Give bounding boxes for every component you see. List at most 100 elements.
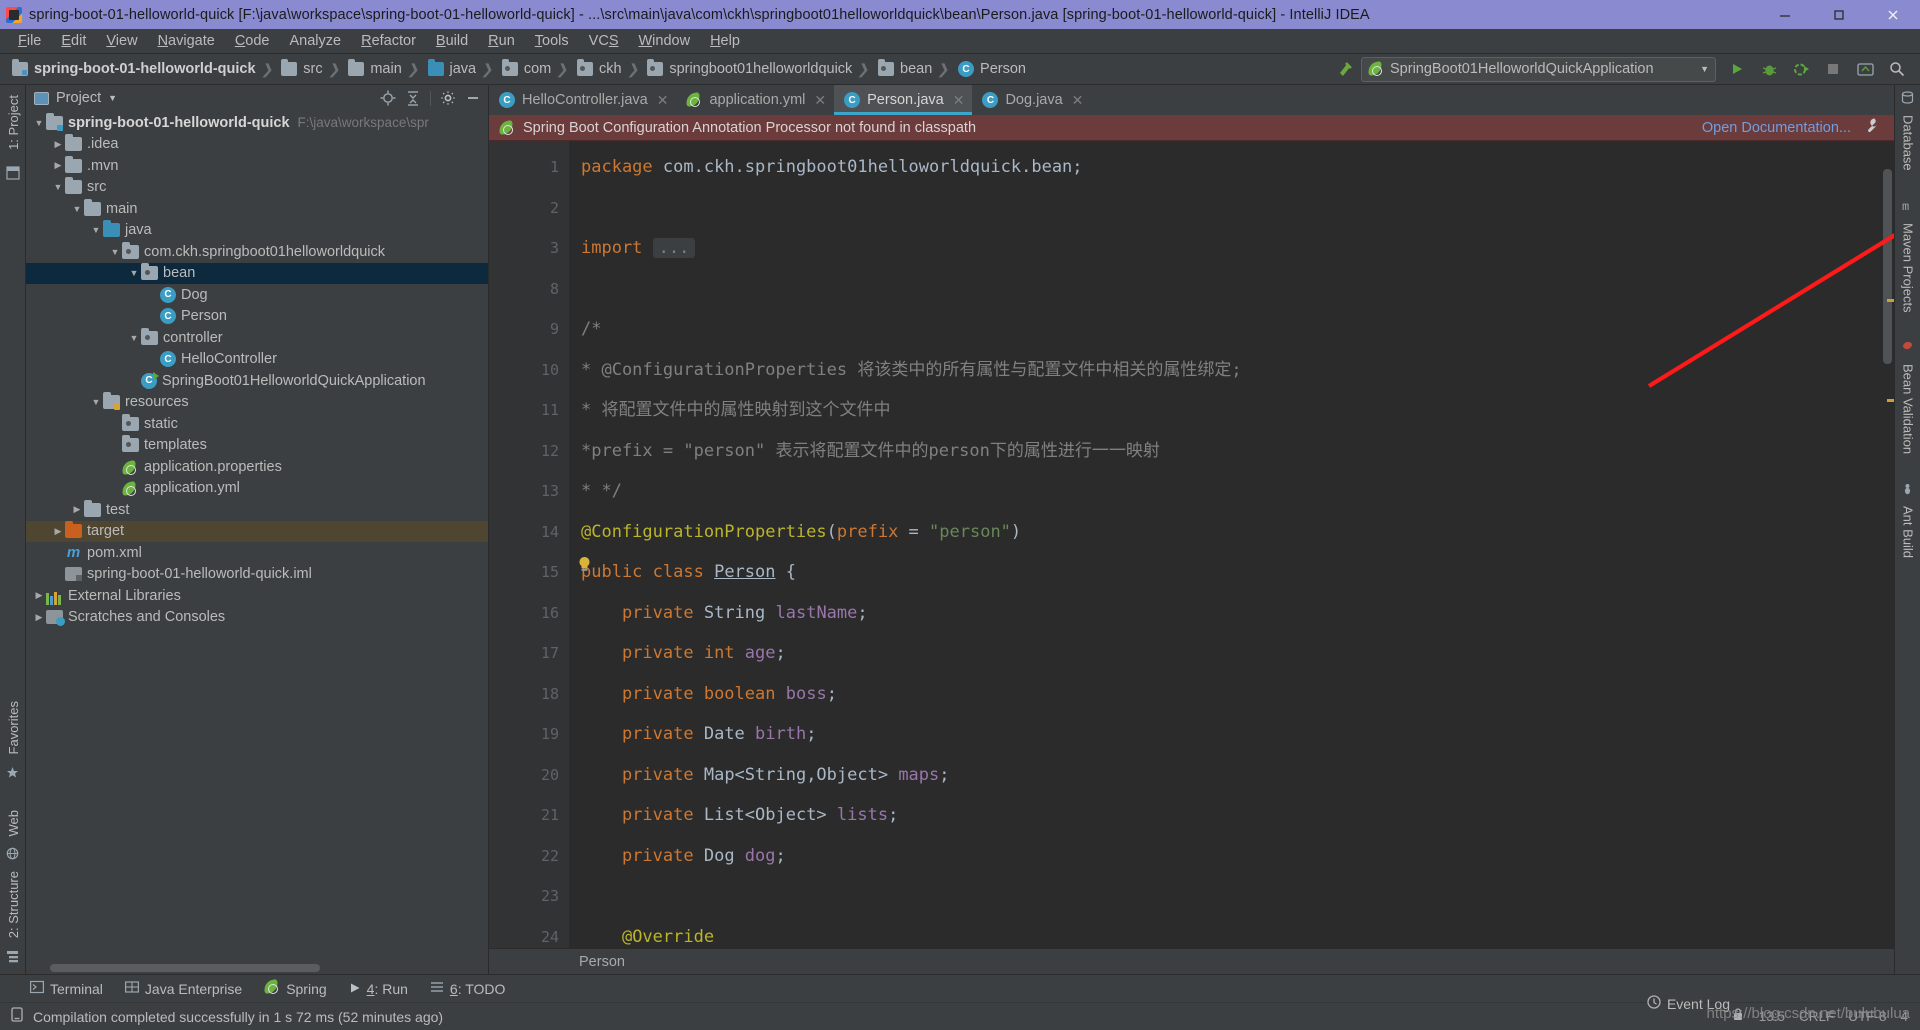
line-number[interactable]: 18 xyxy=(489,674,569,715)
line-number[interactable]: 24 xyxy=(489,917,569,949)
chevron-right-icon[interactable]: ▶ xyxy=(32,590,46,601)
menu-tools[interactable]: Tools xyxy=(525,31,579,51)
tool-window-java-enterprise[interactable]: Java Enterprise xyxy=(124,980,242,997)
chevron-right-icon[interactable]: ▶ xyxy=(51,139,65,150)
structure-mini-icon[interactable] xyxy=(6,166,20,180)
tree-node-pom-xml[interactable]: ▶mpom.xml xyxy=(26,542,488,564)
breadcrumb-project[interactable]: spring-boot-01-helloworld-quick xyxy=(6,56,260,82)
tree-node-static[interactable]: ▶static xyxy=(26,413,488,435)
menu-vcs[interactable]: VCS xyxy=(579,31,629,51)
tree-node-bean[interactable]: ▼ bean xyxy=(26,262,488,284)
tool-button-structure[interactable]: 2: Structure xyxy=(6,865,21,944)
tree-node-templates[interactable]: ▶templates xyxy=(26,435,488,457)
tree-node-spring-boot-01-helloworld-quick-iml[interactable]: ▶spring-boot-01-helloworld-quick.iml xyxy=(26,564,488,586)
menu-edit[interactable]: Edit xyxy=(51,31,96,51)
line-number[interactable]: 8 xyxy=(489,269,569,310)
tree-node-spring-boot-01-helloworld-quick[interactable]: ▼ spring-boot-01-helloworld-quick F:\java\… xyxy=(26,112,488,134)
project-horizontal-scrollbar[interactable] xyxy=(26,962,488,974)
menu-window[interactable]: Window xyxy=(628,31,700,51)
tool-window-6-todo[interactable]: 6: TODO xyxy=(430,980,505,997)
intention-bulb-icon[interactable] xyxy=(577,556,591,572)
close-icon[interactable]: ✕ xyxy=(1072,92,1084,109)
editor-breadcrumb[interactable]: Person xyxy=(489,948,1894,974)
hide-panel-icon[interactable] xyxy=(462,87,484,109)
code-line[interactable]: private Map<String,Object> maps; xyxy=(581,755,1881,796)
menu-view[interactable]: View xyxy=(96,31,147,51)
code-line[interactable]: import ... xyxy=(581,228,1881,269)
line-number[interactable]: 3− xyxy=(489,228,583,269)
minimize-button[interactable] xyxy=(1758,0,1812,29)
line-number[interactable]: 16 xyxy=(489,593,569,634)
code-line[interactable] xyxy=(581,269,1881,310)
menu-help[interactable]: Help xyxy=(700,31,750,51)
chevron-right-icon[interactable]: ▶ xyxy=(70,504,84,515)
code-line[interactable]: private Date birth; xyxy=(581,714,1881,755)
tool-button-ant-build[interactable]: Ant Build xyxy=(1901,500,1916,564)
editor-tab-person-java[interactable]: C Person.java ✕ xyxy=(834,85,973,115)
breadcrumb-person[interactable]: C Person xyxy=(952,56,1030,82)
chevron-right-icon[interactable]: ▶ xyxy=(51,526,65,537)
project-tree[interactable]: ▼ spring-boot-01-helloworld-quick F:\java\… xyxy=(26,111,488,962)
line-number[interactable]: 1 xyxy=(489,147,569,188)
tree-node-dog[interactable]: ▶CDog xyxy=(26,284,488,306)
line-number[interactable]: 14 xyxy=(489,512,569,553)
code-line[interactable] xyxy=(581,188,1881,229)
tool-button-maven-projects[interactable]: Maven Projects xyxy=(1901,217,1916,319)
breadcrumb-main[interactable]: main xyxy=(342,56,405,82)
chevron-down-icon[interactable]: ▼ xyxy=(32,118,46,128)
editor-tab-hellocontroller-java[interactable]: C HelloController.java ✕ xyxy=(489,85,677,115)
menu-refactor[interactable]: Refactor xyxy=(351,31,426,51)
tree-node-application-properties[interactable]: ▶application.properties xyxy=(26,456,488,478)
code-editor[interactable]: 123−89101112131415161718192021222324 pac… xyxy=(489,141,1894,948)
chevron-right-icon[interactable]: ▶ xyxy=(32,612,46,623)
scroll-from-source-icon[interactable] xyxy=(377,87,399,109)
line-number[interactable]: 12 xyxy=(489,431,569,472)
chevron-down-icon[interactable]: ▼ xyxy=(108,93,117,103)
line-number[interactable]: 22 xyxy=(489,836,569,877)
code-line[interactable]: * 将配置文件中的属性映射到这个文件中 xyxy=(581,390,1881,431)
chevron-down-icon[interactable]: ▼ xyxy=(51,182,65,192)
menu-run[interactable]: Run xyxy=(478,31,525,51)
editor-tab-dog-java[interactable]: C Dog.java ✕ xyxy=(972,85,1092,115)
run-with-coverage-button[interactable] xyxy=(1786,56,1816,82)
menu-analyze[interactable]: Analyze xyxy=(280,31,352,51)
code-line[interactable]: @Override xyxy=(581,917,1881,949)
run-configuration-selector[interactable]: SpringBoot01HelloworldQuickApplication ▼ xyxy=(1361,56,1716,82)
code-line[interactable]: private Dog dog; xyxy=(581,836,1881,877)
stop-button[interactable] xyxy=(1818,56,1848,82)
tree-node-mvn[interactable]: ▶ .mvn xyxy=(26,155,488,177)
line-number[interactable]: 13 xyxy=(489,471,569,512)
tool-button-web[interactable]: Web xyxy=(6,804,21,843)
tree-node-springboot01helloworldquickapplication[interactable]: ▶CSpringBoot01HelloworldQuickApplication xyxy=(26,370,488,392)
maximize-button[interactable] xyxy=(1812,0,1866,29)
menu-file[interactable]: File xyxy=(8,31,51,51)
wrench-icon[interactable] xyxy=(1863,117,1880,139)
collapse-all-icon[interactable] xyxy=(402,87,424,109)
build-hammer-icon[interactable] xyxy=(1333,57,1359,81)
chevron-down-icon[interactable]: ▼ xyxy=(70,204,84,214)
tree-node-person[interactable]: ▶CPerson xyxy=(26,306,488,328)
code-line[interactable] xyxy=(581,876,1881,917)
menu-build[interactable]: Build xyxy=(426,31,478,51)
code-line[interactable]: package com.ckh.springboot01helloworldqu… xyxy=(581,147,1881,188)
tree-node-main[interactable]: ▼ main xyxy=(26,198,488,220)
chevron-down-icon[interactable]: ▼ xyxy=(108,247,122,257)
line-number[interactable]: 17 xyxy=(489,633,569,674)
tree-node-external-libraries[interactable]: ▶ External Libraries xyxy=(26,585,488,607)
editor-tab-application-yml[interactable]: application.yml ✕ xyxy=(676,85,835,115)
tree-node-resources[interactable]: ▼ resources xyxy=(26,392,488,414)
debug-button[interactable] xyxy=(1754,56,1784,82)
code-line[interactable]: /* xyxy=(581,309,1881,350)
menu-navigate[interactable]: Navigate xyxy=(148,31,225,51)
tree-node-java[interactable]: ▼ java xyxy=(26,220,488,242)
tool-button-bean-validation[interactable]: Bean Validation xyxy=(1901,358,1916,460)
code-line[interactable]: public class Person { xyxy=(581,552,1881,593)
code-line[interactable]: private String lastName; xyxy=(581,593,1881,634)
open-documentation-link[interactable]: Open Documentation... xyxy=(1702,120,1851,136)
tree-node-src[interactable]: ▼ src xyxy=(26,177,488,199)
editor-scrollbar[interactable] xyxy=(1881,141,1894,948)
tree-node-idea[interactable]: ▶ .idea xyxy=(26,134,488,156)
tool-button-project[interactable]: 1: Project xyxy=(6,89,21,156)
tool-button-database[interactable]: Database xyxy=(1901,109,1916,177)
source-code[interactable]: package com.ckh.springboot01helloworldqu… xyxy=(569,141,1881,948)
